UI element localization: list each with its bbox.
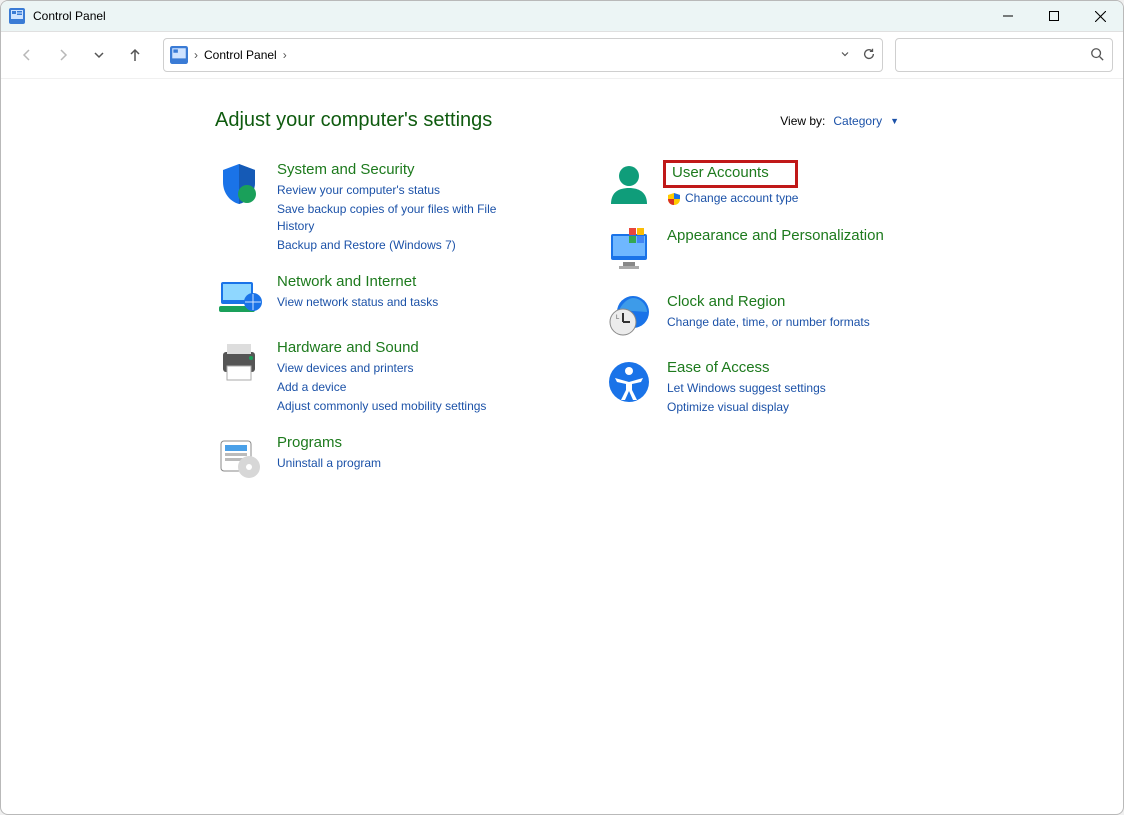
sublink[interactable]: Uninstall a program (277, 455, 381, 472)
toolbar: › Control Panel › (1, 32, 1123, 79)
category-network: Network and Internet View network status… (215, 272, 535, 320)
category-link-network[interactable]: Network and Internet (277, 272, 438, 292)
category-link-ease-of-access[interactable]: Ease of Access (667, 358, 826, 378)
recent-locations-button[interactable] (83, 39, 115, 71)
address-dropdown-icon[interactable] (840, 48, 850, 62)
category-link-user-accounts[interactable]: User Accounts (672, 164, 769, 181)
up-button[interactable] (119, 39, 151, 71)
content-area: Adjust your computer's settings View by:… (1, 79, 1123, 814)
category-clock: L Clock and Region Change date, time, or… (605, 292, 925, 340)
categories-column-left: System and Security Review your computer… (215, 160, 535, 481)
view-by-label: View by: (780, 114, 825, 128)
sublink[interactable]: Optimize visual display (667, 399, 826, 416)
accessibility-icon (605, 358, 653, 406)
globe-monitor-icon (215, 272, 263, 320)
window-title: Control Panel (33, 9, 106, 23)
control-panel-icon (9, 8, 25, 24)
address-icon (170, 46, 188, 64)
clock-globe-icon: L (605, 292, 653, 340)
sublink[interactable]: Add a device (277, 379, 486, 396)
sublink[interactable]: View network status and tasks (277, 294, 438, 311)
sublink-change-account-type[interactable]: Change account type (667, 190, 798, 207)
titlebar: Control Panel (1, 1, 1123, 32)
shield-icon (215, 160, 263, 208)
category-programs: Programs Uninstall a program (215, 433, 535, 481)
category-link-appearance[interactable]: Appearance and Personalization (667, 226, 884, 246)
sublink[interactable]: Adjust commonly used mobility settings (277, 398, 486, 415)
monitor-color-icon (605, 226, 653, 274)
forward-button[interactable] (47, 39, 79, 71)
uac-shield-icon (667, 192, 681, 206)
breadcrumb[interactable]: Control Panel (204, 48, 277, 62)
category-hardware: Hardware and Sound View devices and prin… (215, 338, 535, 415)
category-link-clock[interactable]: Clock and Region (667, 292, 870, 312)
category-user-accounts: User Accounts Change account type (605, 160, 925, 208)
view-by-value[interactable]: Category (833, 114, 882, 128)
refresh-button[interactable] (862, 47, 876, 64)
page-title: Adjust your computer's settings (215, 109, 492, 132)
close-button[interactable] (1077, 1, 1123, 31)
back-button[interactable] (11, 39, 43, 71)
sublink[interactable]: View devices and printers (277, 360, 486, 377)
category-appearance: Appearance and Personalization (605, 226, 925, 274)
view-by-control[interactable]: View by: Category ▼ (780, 114, 899, 128)
printer-icon (215, 338, 263, 386)
address-bar[interactable]: › Control Panel › (163, 38, 883, 72)
minimize-button[interactable] (985, 1, 1031, 31)
search-input[interactable] (904, 47, 1090, 63)
sublink-label: Change account type (685, 190, 798, 207)
category-link-hardware[interactable]: Hardware and Sound (277, 338, 486, 358)
category-link-programs[interactable]: Programs (277, 433, 381, 453)
search-box[interactable] (895, 38, 1113, 72)
sublink[interactable]: Save backup copies of your files with Fi… (277, 201, 535, 235)
programs-icon (215, 433, 263, 481)
search-icon (1090, 47, 1104, 64)
category-link-system-security[interactable]: System and Security (277, 160, 535, 180)
chevron-down-icon: ▼ (890, 116, 899, 126)
breadcrumb-separator: › (194, 48, 198, 62)
highlight-box: User Accounts (663, 160, 798, 188)
breadcrumb-separator: › (283, 48, 287, 62)
window: Control Panel › Control P (0, 0, 1124, 815)
sublink[interactable]: Let Windows suggest settings (667, 380, 826, 397)
sublink[interactable]: Review your computer's status (277, 182, 535, 199)
category-ease-of-access: Ease of Access Let Windows suggest setti… (605, 358, 925, 416)
sublink[interactable]: Change date, time, or number formats (667, 314, 870, 331)
maximize-button[interactable] (1031, 1, 1077, 31)
categories-column-right: User Accounts Change account type (605, 160, 925, 481)
user-icon (605, 160, 653, 208)
sublink[interactable]: Backup and Restore (Windows 7) (277, 237, 535, 254)
category-system-security: System and Security Review your computer… (215, 160, 535, 254)
